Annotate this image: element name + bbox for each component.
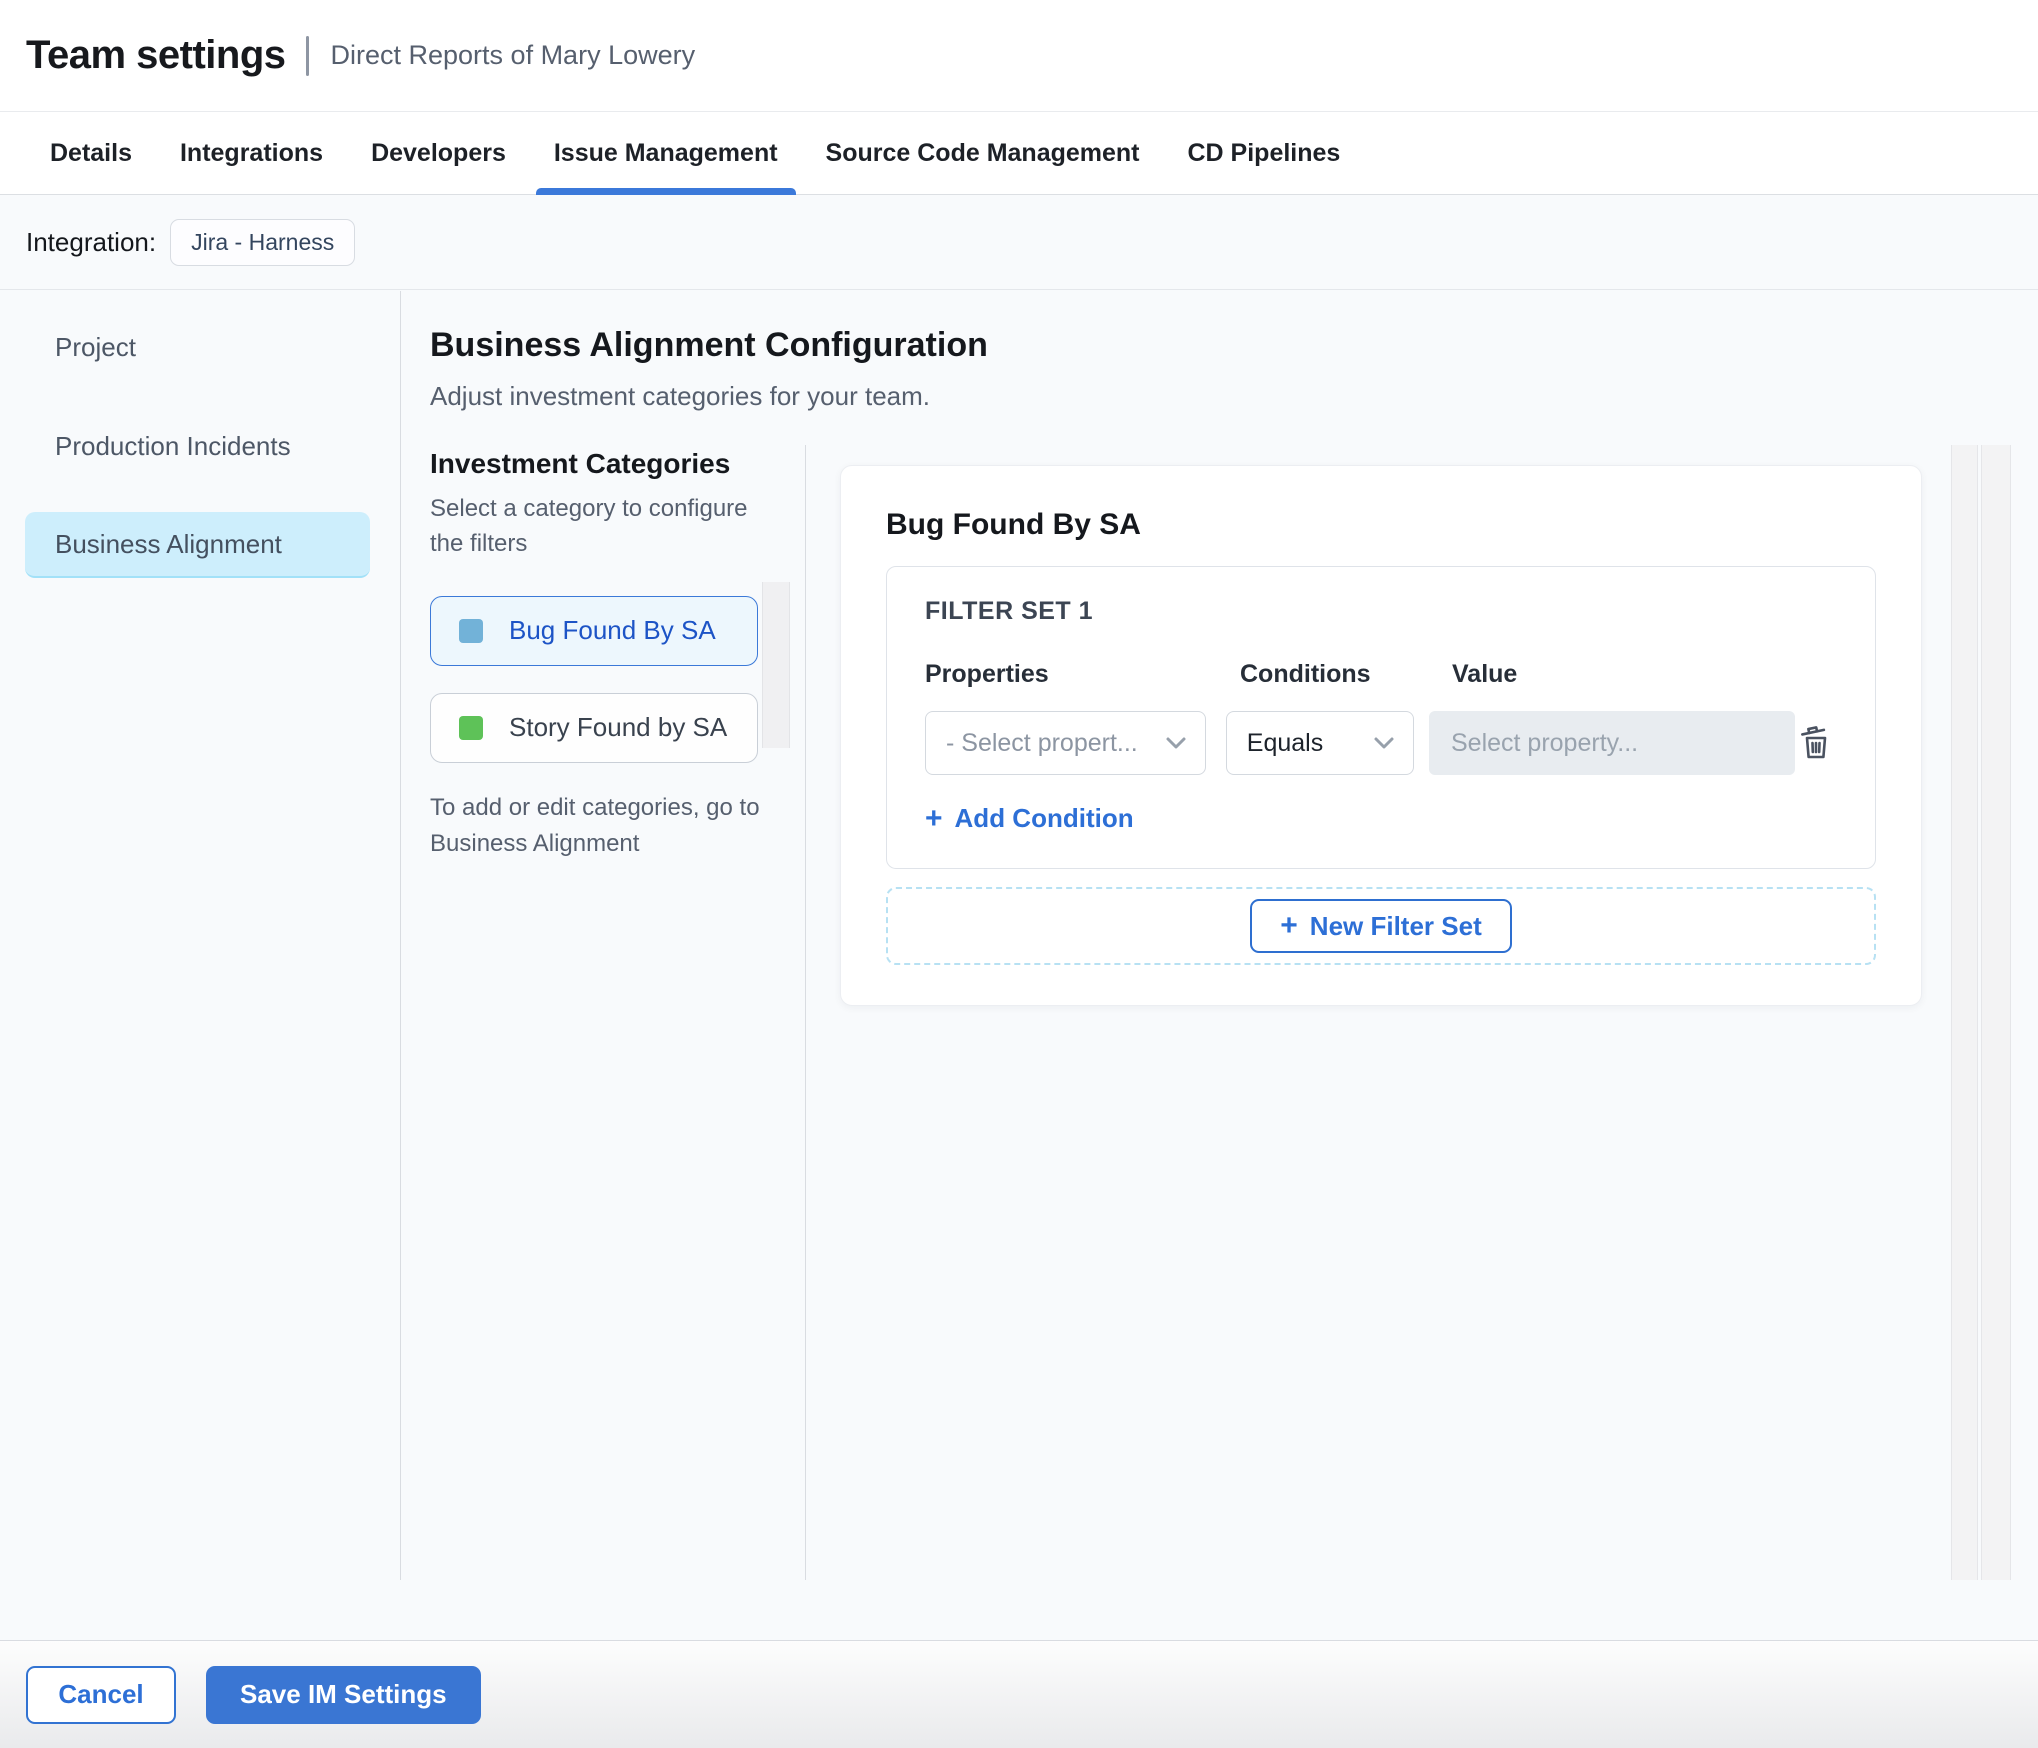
filter-config-card: Bug Found By SA FILTER SET 1 Properties … <box>840 465 1922 1006</box>
filter-card-title: Bug Found By SA <box>886 508 1141 541</box>
category-color-swatch <box>459 715 483 740</box>
trash-icon <box>1801 725 1827 758</box>
sidebar-item-business-alignment[interactable]: Business Alignment <box>25 512 370 578</box>
integration-label: Integration: <box>26 227 157 257</box>
cancel-button[interactable]: Cancel <box>26 1665 176 1724</box>
properties-select[interactable]: - Select propert... <box>925 711 1206 775</box>
team-settings-page: Team settings Direct Reports of Mary Low… <box>0 0 2038 1748</box>
category-label: Bug Found By SA <box>509 615 716 646</box>
tab-bar: Details Integrations Developers Issue Ma… <box>0 112 2038 195</box>
categories-note: To add or edit categories, go to Busines… <box>430 793 760 857</box>
value-input[interactable] <box>1429 711 1795 775</box>
new-filter-set-dropzone: + New Filter Set <box>886 887 1876 965</box>
categories-heading: Investment Categories <box>430 448 731 479</box>
settings-sidebar: Project Production Incidents Business Al… <box>25 314 370 611</box>
tab-developers[interactable]: Developers <box>347 112 530 194</box>
conditions-select[interactable]: Equals <box>1225 711 1414 775</box>
section-header: Business Alignment Configuration Adjust … <box>430 326 988 412</box>
investment-categories-panel: Investment Categories Select a category … <box>430 448 762 862</box>
chevron-down-icon <box>1166 737 1186 749</box>
footer-action-bar: Cancel Save IM Settings <box>0 1640 2038 1748</box>
category-label: Story Found by SA <box>509 712 728 743</box>
category-story-found-by-sa[interactable]: Story Found by SA <box>430 692 758 763</box>
conditions-select-value: Equals <box>1246 728 1324 757</box>
tab-integrations[interactable]: Integrations <box>156 112 347 194</box>
new-filter-set-label: New Filter Set <box>1309 910 1482 941</box>
sidebar-divider <box>400 291 401 1580</box>
tab-details[interactable]: Details <box>26 112 156 194</box>
filter-condition-row: - Select propert... Equals <box>925 711 1837 775</box>
save-im-settings-button[interactable]: Save IM Settings <box>206 1665 481 1724</box>
category-color-swatch <box>459 618 483 643</box>
category-list-scrollbar[interactable] <box>762 582 790 748</box>
sidebar-item-production-incidents[interactable]: Production Incidents <box>25 413 370 479</box>
tab-cd-pipelines[interactable]: CD Pipelines <box>1164 112 1365 194</box>
categories-divider <box>805 445 806 1580</box>
categories-description: Select a category to configure the filte… <box>430 495 748 557</box>
delete-condition-button[interactable] <box>1795 719 1837 768</box>
value-column-label: Value <box>1452 660 1518 688</box>
integration-chip[interactable]: Jira - Harness <box>170 219 356 266</box>
filter-column-headers: Properties Conditions Value <box>925 660 1837 689</box>
page-subtitle: Direct Reports of Mary Lowery <box>330 40 696 70</box>
section-title: Business Alignment Configuration <box>430 326 988 364</box>
chevron-down-icon <box>1374 737 1394 749</box>
new-filter-set-button[interactable]: + New Filter Set <box>1250 899 1512 953</box>
sidebar-item-project[interactable]: Project <box>25 314 370 380</box>
category-list: Bug Found By SA Story Found by SA <box>430 595 762 763</box>
integration-bar: Integration: Jira - Harness <box>0 196 2038 290</box>
page-header: Team settings Direct Reports of Mary Low… <box>0 0 2038 112</box>
page-scrollbar-track[interactable] <box>1981 445 2011 1580</box>
add-condition-label: Add Condition <box>954 803 1134 833</box>
plus-icon: + <box>925 801 943 835</box>
add-condition-button[interactable]: + Add Condition <box>925 803 1134 834</box>
title-separator <box>305 35 309 76</box>
panel-scrollbar-track[interactable] <box>1951 445 1978 1580</box>
page-title: Team settings <box>26 33 286 77</box>
properties-column-label: Properties <box>925 660 1049 688</box>
plus-icon: + <box>1280 909 1298 942</box>
filter-set-1: FILTER SET 1 Properties Conditions Value… <box>886 566 1876 869</box>
conditions-column-label: Conditions <box>1240 660 1371 688</box>
category-bug-found-by-sa[interactable]: Bug Found By SA <box>430 595 758 666</box>
filter-set-title: FILTER SET 1 <box>925 597 1094 625</box>
properties-select-value: - Select propert... <box>946 728 1138 757</box>
tab-source-code-management[interactable]: Source Code Management <box>802 112 1164 194</box>
tab-issue-management[interactable]: Issue Management <box>530 112 802 195</box>
section-subtitle: Adjust investment categories for your te… <box>430 381 931 411</box>
